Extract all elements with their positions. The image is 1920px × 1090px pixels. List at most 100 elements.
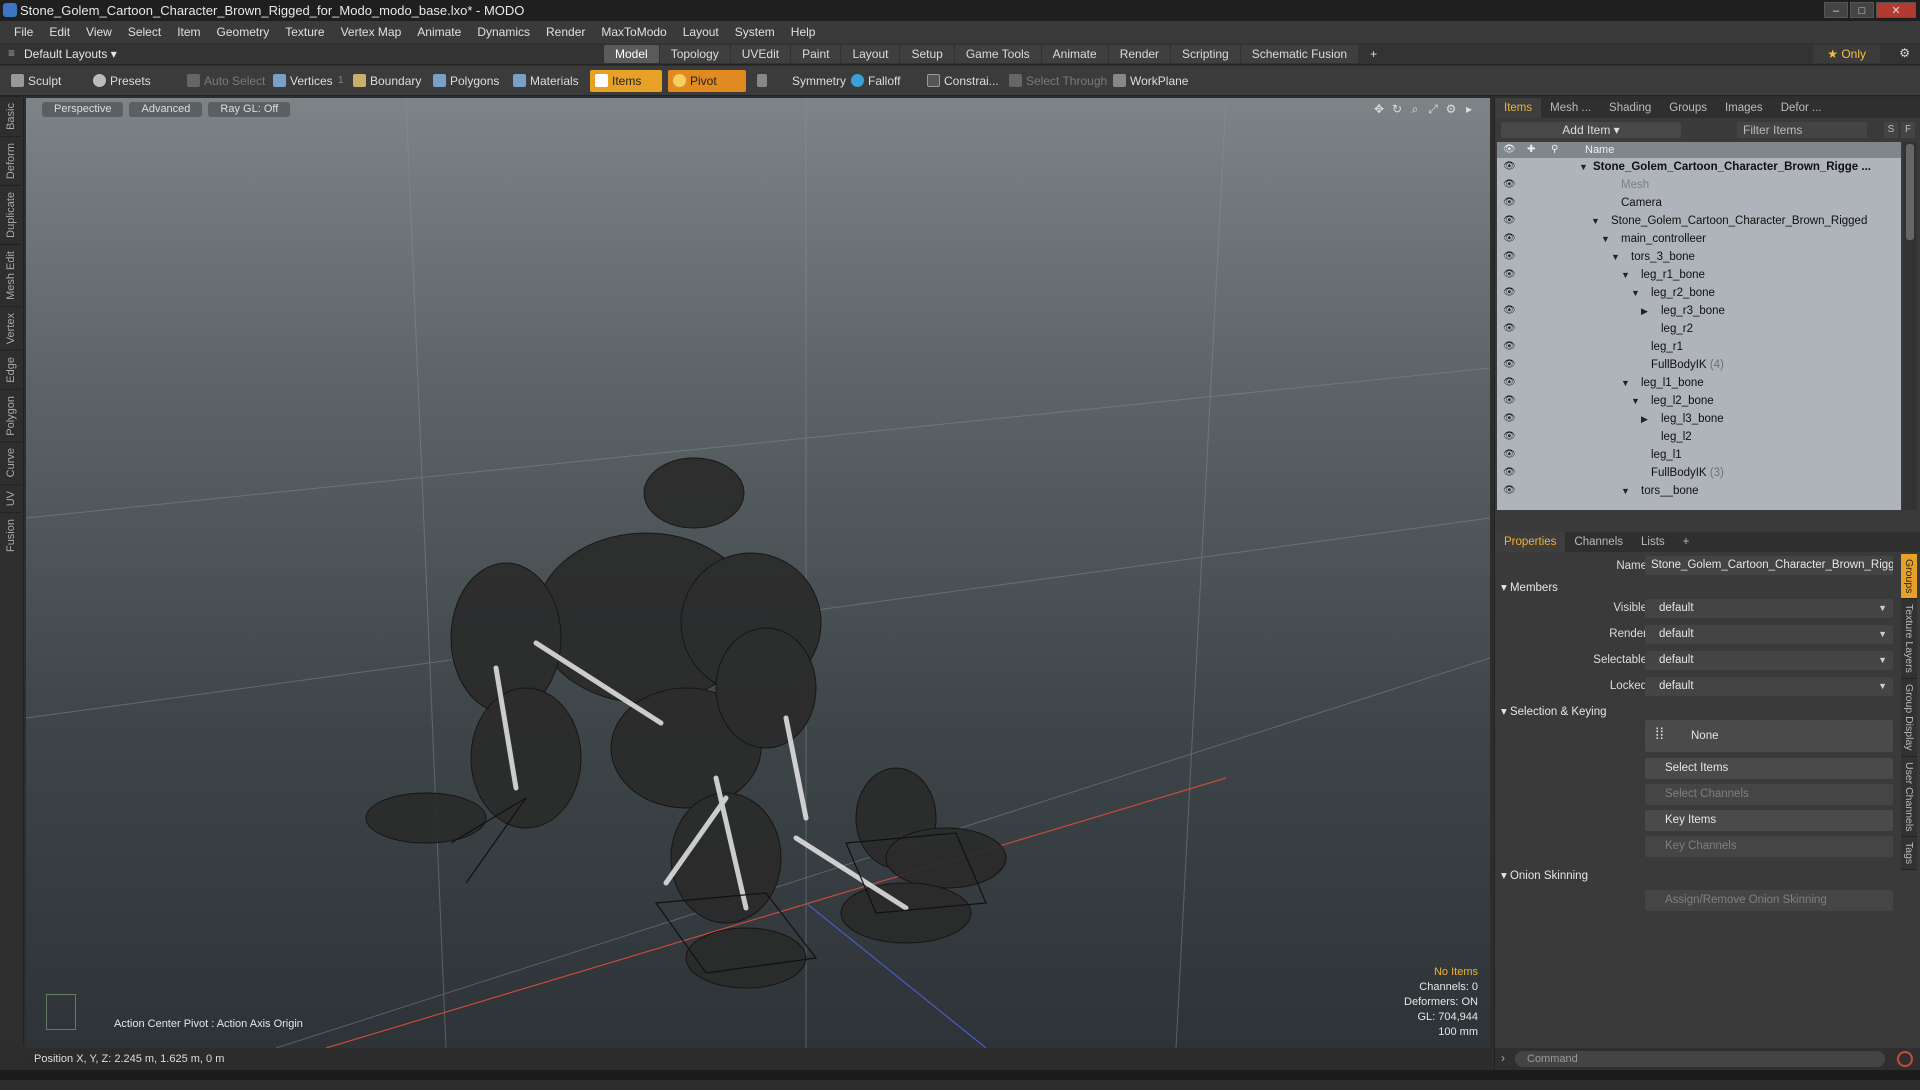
select-channels-button[interactable]: Select Channels <box>1645 784 1893 805</box>
minimize-button[interactable]: – <box>1824 2 1848 18</box>
tab-paint[interactable]: Paint <box>791 45 841 63</box>
eye-icon[interactable]: 👁 <box>1503 413 1516 425</box>
tree-row[interactable]: 👁 FullBodyIK (4) <box>1497 356 1901 374</box>
eye-icon[interactable]: 👁 <box>1503 485 1516 497</box>
eye-icon[interactable]: 👁 <box>1503 323 1516 335</box>
menu-view[interactable]: View <box>78 21 120 43</box>
eye-icon[interactable]: 👁 <box>1503 341 1516 353</box>
tree-row[interactable]: 👁 ▶ leg_l3_bone <box>1497 410 1901 428</box>
tab-shading[interactable]: Shading <box>1600 98 1660 118</box>
eye-icon[interactable]: 👁 <box>1503 395 1516 407</box>
zoom-icon[interactable]: ⌕ <box>1408 102 1422 116</box>
shading-mode-button[interactable]: Advanced <box>129 102 203 117</box>
key-items-button[interactable]: Key Items <box>1645 810 1893 831</box>
3d-viewport[interactable]: Perspective Advanced Ray GL: Off ✥ ↻ ⌕ ⤢… <box>26 98 1490 1048</box>
pivot-button[interactable]: Pivot <box>668 70 746 92</box>
menu-item[interactable]: Item <box>169 21 208 43</box>
tab-schematic-fusion[interactable]: Schematic Fusion <box>1240 45 1359 63</box>
collapse-arrow-icon[interactable]: ▼ <box>1621 266 1630 284</box>
members-section-header[interactable]: ▾ Members <box>1501 580 1558 594</box>
eye-icon[interactable]: 👁 <box>1503 233 1516 245</box>
tab-fusion[interactable]: Fusion <box>0 512 22 559</box>
gear-icon[interactable]: ⚙ <box>1899 46 1910 60</box>
collapse-arrow-icon[interactable]: ▼ <box>1631 392 1640 410</box>
rotate-icon[interactable]: ↻ <box>1390 102 1404 116</box>
tree-row[interactable]: 👁 ▶ leg_r3_bone <box>1497 302 1901 320</box>
tree-row[interactable]: 👁 leg_r2 <box>1497 320 1901 338</box>
eye-icon[interactable]: 👁 <box>1503 377 1516 389</box>
tab-scripting[interactable]: Scripting <box>1171 45 1240 63</box>
collapse-arrow-icon[interactable]: ▼ <box>1621 374 1630 392</box>
eye-icon[interactable]: 👁 <box>1503 179 1516 191</box>
eye-icon[interactable]: 👁 <box>1503 287 1516 299</box>
selection-keying-section-header[interactable]: ▾ Selection & Keying <box>1501 704 1607 718</box>
sculpt-button[interactable]: Sculpt <box>6 70 67 92</box>
expand-arrow-icon[interactable]: ▸ <box>1462 102 1476 116</box>
menu-vertex-map[interactable]: Vertex Map <box>333 21 410 43</box>
tab-uvedit[interactable]: UVEdit <box>730 45 791 63</box>
tab-curve[interactable]: Curve <box>0 441 22 484</box>
items-button[interactable]: Items <box>590 70 662 92</box>
maximize-button[interactable]: □ <box>1850 2 1874 18</box>
menu-maxtomodo[interactable]: MaxToModo <box>593 21 674 43</box>
menu-geometry[interactable]: Geometry <box>209 21 278 43</box>
tree-row[interactable]: 👁 ▼ leg_r2_bone <box>1497 284 1901 302</box>
eye-icon[interactable]: 👁 <box>1503 431 1516 443</box>
items-scrollbar[interactable] <box>1903 142 1917 510</box>
select-items-button[interactable]: Select Items <box>1645 758 1893 779</box>
boundary-button[interactable]: Boundary <box>348 70 427 92</box>
tab-basic[interactable]: Basic <box>0 96 22 136</box>
tab-items[interactable]: Items <box>1495 98 1542 118</box>
selectable-dropdown[interactable]: default ▼ <box>1645 651 1893 670</box>
add-tab-button[interactable]: + <box>1674 532 1699 552</box>
tree-row[interactable]: 👁 Camera <box>1497 194 1901 212</box>
onion-skinning-section-header[interactable]: ▾ Onion Skinning <box>1501 868 1588 882</box>
view-mode-button[interactable]: Perspective <box>42 102 124 117</box>
auto-select-button[interactable]: Auto Select <box>182 70 271 92</box>
eye-icon[interactable]: 👁 <box>1503 359 1516 371</box>
visible-dropdown[interactable]: default ▼ <box>1645 599 1893 618</box>
tab-vertex[interactable]: Vertex <box>0 305 22 350</box>
add-tab-button[interactable]: + <box>1359 45 1388 63</box>
name-column-header[interactable]: Name <box>1585 142 1614 158</box>
presets-button[interactable]: Presets <box>88 70 157 92</box>
tree-row[interactable]: 👁 ▼ tors_3_bone <box>1497 248 1901 266</box>
menu-file[interactable]: File <box>6 21 41 43</box>
workplane-button[interactable]: WorkPlane <box>1108 70 1194 92</box>
side-tab-groups[interactable]: Groups <box>1901 554 1917 600</box>
tab-groups[interactable]: Groups <box>1660 98 1716 118</box>
menu-edit[interactable]: Edit <box>41 21 78 43</box>
vertices-button[interactable]: Vertices <box>268 70 339 92</box>
tab-duplicate[interactable]: Duplicate <box>0 184 22 244</box>
record-icon[interactable] <box>1897 1051 1913 1067</box>
render-dropdown[interactable]: default ▼ <box>1645 625 1893 644</box>
constrain-button[interactable]: Constrai... <box>922 70 1005 92</box>
eye-icon[interactable]: 👁 <box>1503 251 1516 263</box>
tab-uv[interactable]: UV <box>0 483 22 513</box>
eye-icon[interactable]: 👁 <box>1503 449 1516 461</box>
expand-arrow-icon[interactable]: ▶ <box>1641 302 1648 320</box>
tree-row[interactable]: 👁 ▼ Stone_Golem_Cartoon_Character_Brown_Ri… <box>1497 212 1901 230</box>
tab-setup[interactable]: Setup <box>900 45 954 63</box>
tab-layout[interactable]: Layout <box>841 45 900 63</box>
tab-edge[interactable]: Edge <box>0 349 22 389</box>
materials-button[interactable]: Materials <box>508 70 585 92</box>
locked-dropdown[interactable]: default ▼ <box>1645 677 1893 696</box>
s-filter-button[interactable]: S <box>1884 122 1898 138</box>
tab-lists[interactable]: Lists <box>1632 532 1674 552</box>
side-tab-tags[interactable]: Tags <box>1901 837 1917 871</box>
collapse-arrow-icon[interactable]: ▼ <box>1621 482 1630 500</box>
collapse-arrow-icon[interactable]: ▼ <box>1591 212 1600 230</box>
add-item-button[interactable]: Add Item ▾ <box>1501 122 1681 138</box>
menu-help[interactable]: Help <box>783 21 824 43</box>
tab-deformers[interactable]: Defor ... <box>1772 98 1831 118</box>
tree-row[interactable]: 👁 ▼ main_controlleer <box>1497 230 1901 248</box>
tree-row[interactable]: 👁 FullBodyIK (3) <box>1497 464 1901 482</box>
tree-row[interactable]: 👁 ▼ leg_l1_bone <box>1497 374 1901 392</box>
command-input[interactable]: Command <box>1515 1051 1885 1067</box>
menu-texture[interactable]: Texture <box>277 21 332 43</box>
fit-icon[interactable]: ⤢ <box>1426 102 1440 116</box>
pan-icon[interactable]: ✥ <box>1372 102 1386 116</box>
menu-animate[interactable]: Animate <box>409 21 469 43</box>
tree-row[interactable]: 👁 ▼ leg_r1_bone <box>1497 266 1901 284</box>
